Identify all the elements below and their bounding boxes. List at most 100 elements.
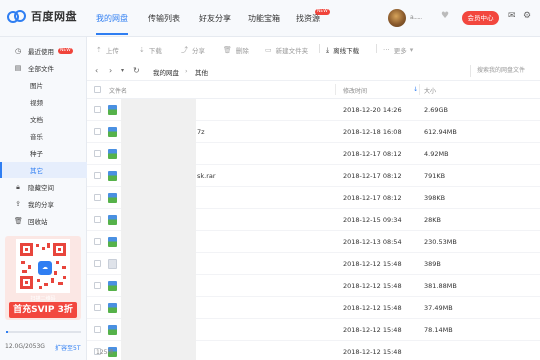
vip-center-button[interactable]: 会员中心 xyxy=(462,11,499,25)
file-modified: 2018-12-17 08:12 xyxy=(343,172,402,180)
delete-button[interactable]: 🗑︎ 删除 xyxy=(223,45,249,55)
breadcrumb-separator-icon: › xyxy=(185,67,188,75)
row-checkbox[interactable] xyxy=(94,304,101,311)
breadcrumb-bar: ‹ › ▾ ↻ 我的网盘 › 其他 搜索我的网盘文件 xyxy=(87,61,540,81)
image-file-icon xyxy=(108,193,117,203)
breadcrumb-current: 其他 xyxy=(195,69,208,77)
toolbar: ⇡ 上传 ⇣ 下载 ⤴ 分享 🗑︎ 删除 ▭ 新建文件夹 ⤓ 离线下载 ··· 更多 ▾ xyxy=(87,37,540,61)
row-checkbox[interactable] xyxy=(94,172,101,179)
qr-code: ☁ xyxy=(16,239,70,293)
forward-arrow-icon[interactable]: › xyxy=(109,66,112,75)
more-label: 更多 xyxy=(393,47,407,55)
sidebar-item-label: 视频 xyxy=(30,99,43,107)
download-label: 下载 xyxy=(148,47,162,55)
image-file-icon xyxy=(108,127,117,137)
column-header-name[interactable]: 文件名 xyxy=(109,86,127,95)
column-divider xyxy=(335,84,336,95)
history-dropdown-icon[interactable]: ▾ xyxy=(121,67,124,74)
sidebar-item-torrents[interactable]: 种子 xyxy=(0,145,87,161)
share-icon: ⤴ xyxy=(181,46,188,54)
username[interactable]: a...... xyxy=(410,14,422,21)
mail-icon[interactable]: ✉ xyxy=(508,11,516,21)
row-checkbox[interactable] xyxy=(94,150,101,157)
sidebar-item-recent[interactable]: ◷ 最近使用 NEW xyxy=(0,43,87,59)
new-folder-button[interactable]: ▭ 新建文件夹 xyxy=(265,45,308,55)
sidebar-item-label: 图片 xyxy=(30,82,43,90)
upload-label: 上传 xyxy=(105,47,119,55)
item-count: 125项 xyxy=(96,349,114,356)
file-size: 612.94MB xyxy=(424,128,457,136)
expand-storage-link[interactable]: 扩容至5T xyxy=(55,343,80,352)
more-button[interactable]: ··· 更多 ▾ xyxy=(383,45,417,55)
storage-usage: 12.0G/2053G xyxy=(5,343,45,350)
sidebar-item-documents[interactable]: 文档 xyxy=(0,111,87,127)
gear-icon[interactable]: ⚙ xyxy=(523,11,531,21)
row-checkbox[interactable] xyxy=(94,260,101,267)
file-name[interactable]: 7z xyxy=(197,128,205,136)
upload-button[interactable]: ⇡ 上传 xyxy=(96,45,119,55)
nav-transfer-list[interactable]: 传输列表 xyxy=(148,13,180,24)
redaction-block xyxy=(121,99,196,360)
upload-icon: ⇡ xyxy=(96,46,102,54)
sidebar-item-recycle-bin[interactable]: 🗑︎ 回收站 xyxy=(0,213,87,229)
promo-title: 首充SVIP 3折 xyxy=(9,302,77,318)
cloud-logo-icon xyxy=(7,10,26,23)
scrollbar[interactable] xyxy=(534,99,538,360)
new-folder-label: 新建文件夹 xyxy=(275,47,309,55)
row-checkbox[interactable] xyxy=(94,216,101,223)
column-header-size[interactable]: 大小 xyxy=(424,86,436,95)
sidebar-item-my-shares[interactable]: ⇪ 我的分享 xyxy=(0,196,87,212)
back-arrow-icon[interactable]: ‹ xyxy=(95,66,98,75)
image-file-icon xyxy=(108,325,117,335)
sidebar-item-label: 我的分享 xyxy=(28,201,54,209)
active-tab-indicator xyxy=(96,33,128,35)
chevron-down-icon: ▾ xyxy=(409,46,414,54)
promo-banner[interactable]: ☁ 扫描二维码 首充SVIP 3折 xyxy=(5,236,81,320)
sidebar-item-videos[interactable]: 视频 xyxy=(0,94,87,110)
select-all-checkbox[interactable] xyxy=(94,86,101,93)
file-modified: 2018-12-20 14:26 xyxy=(343,106,402,114)
file-size: 2.69GB xyxy=(424,106,448,114)
download-button[interactable]: ⇣ 下载 xyxy=(139,45,162,55)
brand-logo[interactable]: 百度网盘 xyxy=(7,8,77,24)
column-header-modified[interactable]: 修改时间 xyxy=(343,86,367,95)
nav-my-disk[interactable]: 我的网盘 xyxy=(96,13,128,24)
share-button[interactable]: ⤴ 分享 xyxy=(181,45,205,55)
brand-name: 百度网盘 xyxy=(31,10,77,23)
trash-icon: 🗑︎ xyxy=(223,46,232,54)
search-input[interactable]: 搜索我的网盘文件 xyxy=(470,65,540,77)
sidebar-item-music[interactable]: 音乐 xyxy=(0,128,87,144)
storage-bar-fill xyxy=(6,331,8,333)
avatar[interactable] xyxy=(388,9,406,27)
download-icon: ⇣ xyxy=(139,46,145,54)
row-checkbox[interactable] xyxy=(94,128,101,135)
clock-icon: ◷ xyxy=(14,47,22,55)
sidebar-item-all-files[interactable]: ▤ 全部文件 xyxy=(0,60,87,76)
image-file-icon xyxy=(108,281,117,291)
file-size: 230.53MB xyxy=(424,238,457,246)
row-checkbox[interactable] xyxy=(94,238,101,245)
image-file-icon xyxy=(108,171,117,181)
promo-scan-text: 扫描二维码 xyxy=(30,296,56,302)
table-header: 文件名 修改时间 ↓ 大小 xyxy=(87,81,540,99)
refresh-icon[interactable]: ↻ xyxy=(133,66,140,75)
image-file-icon xyxy=(108,237,117,247)
sidebar-item-hidden-space[interactable]: 🔒︎ 隐藏空间 xyxy=(0,179,87,195)
file-name[interactable]: sk.rar xyxy=(197,172,216,180)
file-size: 398KB xyxy=(424,194,446,202)
row-checkbox[interactable] xyxy=(94,194,101,201)
row-checkbox[interactable] xyxy=(94,282,101,289)
sidebar-item-other[interactable]: 其它 xyxy=(0,162,87,178)
nav-friend-share[interactable]: 好友分享 xyxy=(199,13,231,24)
row-checkbox[interactable] xyxy=(94,326,101,333)
nav-toolbox[interactable]: 功能宝箱 xyxy=(248,13,280,24)
sort-down-arrow-icon[interactable]: ↓ xyxy=(413,86,418,93)
offline-download-button[interactable]: ⤓ 离线下载 xyxy=(326,45,360,56)
row-checkbox[interactable] xyxy=(94,106,101,113)
heart-icon[interactable]: ♥ xyxy=(441,11,449,21)
offline-download-label: 离线下载 xyxy=(333,47,360,55)
share-icon: ⇪ xyxy=(15,200,21,208)
sidebar-item-images[interactable]: 图片 xyxy=(0,77,87,93)
file-size: 791KB xyxy=(424,172,446,180)
breadcrumb-root[interactable]: 我的网盘 xyxy=(153,67,179,77)
